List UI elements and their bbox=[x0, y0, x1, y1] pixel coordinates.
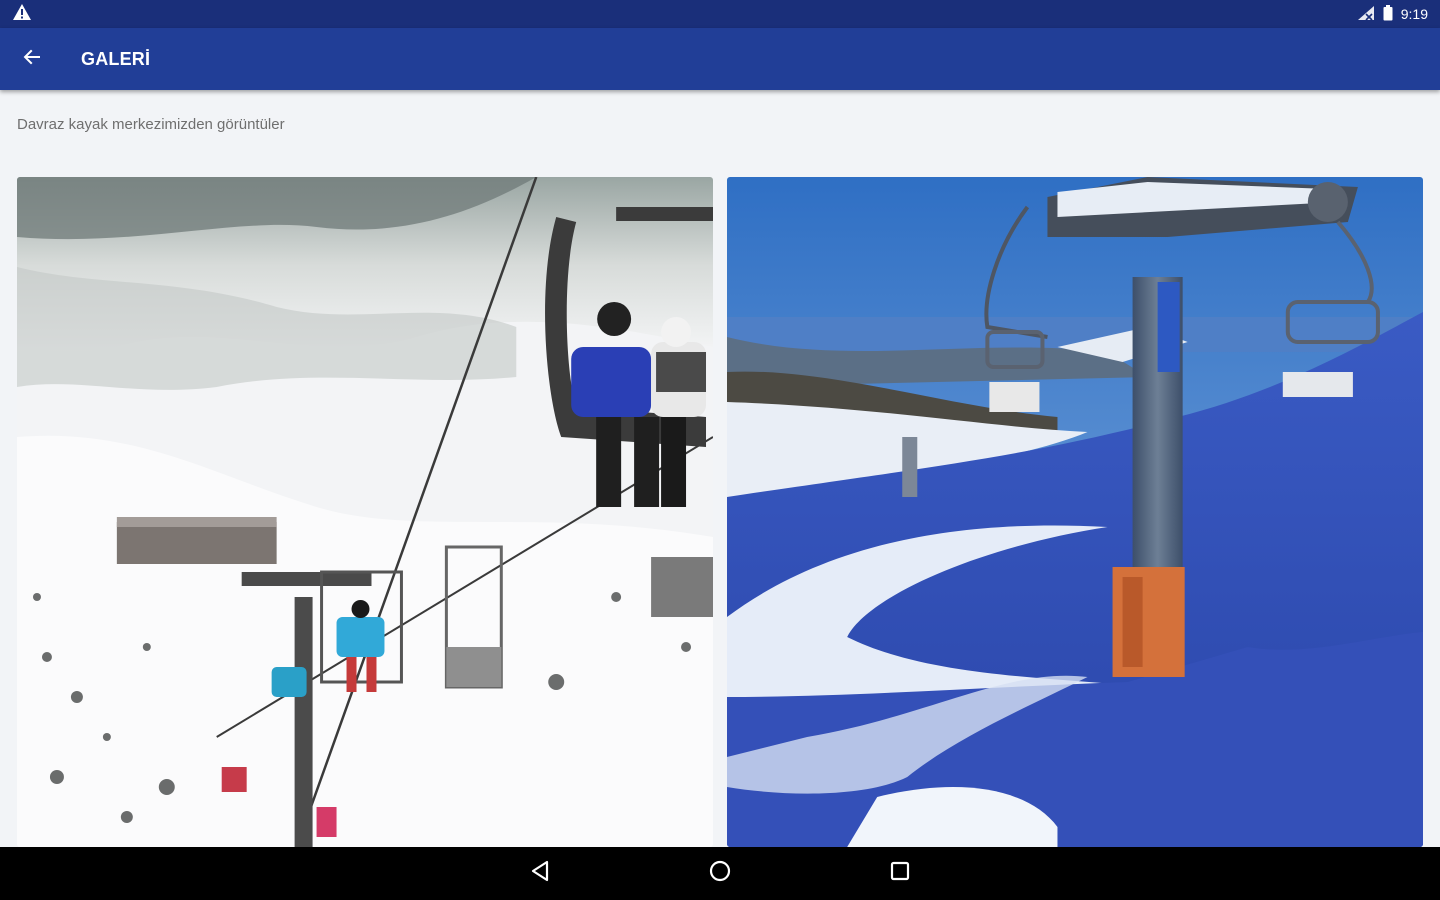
photo-gallery bbox=[17, 177, 1423, 847]
gallery-photo-chairlift-skiers[interactable] bbox=[17, 177, 713, 847]
battery-icon bbox=[1383, 4, 1393, 24]
back-button[interactable] bbox=[0, 28, 64, 90]
status-left bbox=[12, 3, 32, 26]
no-signal-icon bbox=[1357, 5, 1375, 24]
arrow-back-icon bbox=[22, 47, 42, 72]
gallery-description: Davraz kayak merkezimizden görüntüler bbox=[17, 116, 285, 133]
status-time: 9:19 bbox=[1400, 6, 1428, 22]
ski-lift-photo-1 bbox=[17, 177, 713, 847]
page-title: GALERİ bbox=[81, 48, 151, 69]
app-bar: GALERİ bbox=[0, 28, 1440, 90]
nav-recents-icon bbox=[889, 860, 911, 887]
nav-home-icon bbox=[708, 859, 732, 888]
nav-back-icon bbox=[529, 860, 551, 887]
status-right: 9:19 bbox=[1357, 4, 1428, 24]
nav-home-button[interactable] bbox=[700, 854, 740, 894]
status-bar: 9:19 bbox=[0, 0, 1440, 28]
system-nav-bar bbox=[0, 847, 1440, 900]
warning-icon bbox=[12, 3, 32, 26]
ski-lift-photo-2 bbox=[727, 177, 1423, 847]
nav-back-button[interactable] bbox=[520, 854, 560, 894]
gallery-photo-lift-tower[interactable] bbox=[727, 177, 1423, 847]
nav-recents-button[interactable] bbox=[880, 854, 920, 894]
